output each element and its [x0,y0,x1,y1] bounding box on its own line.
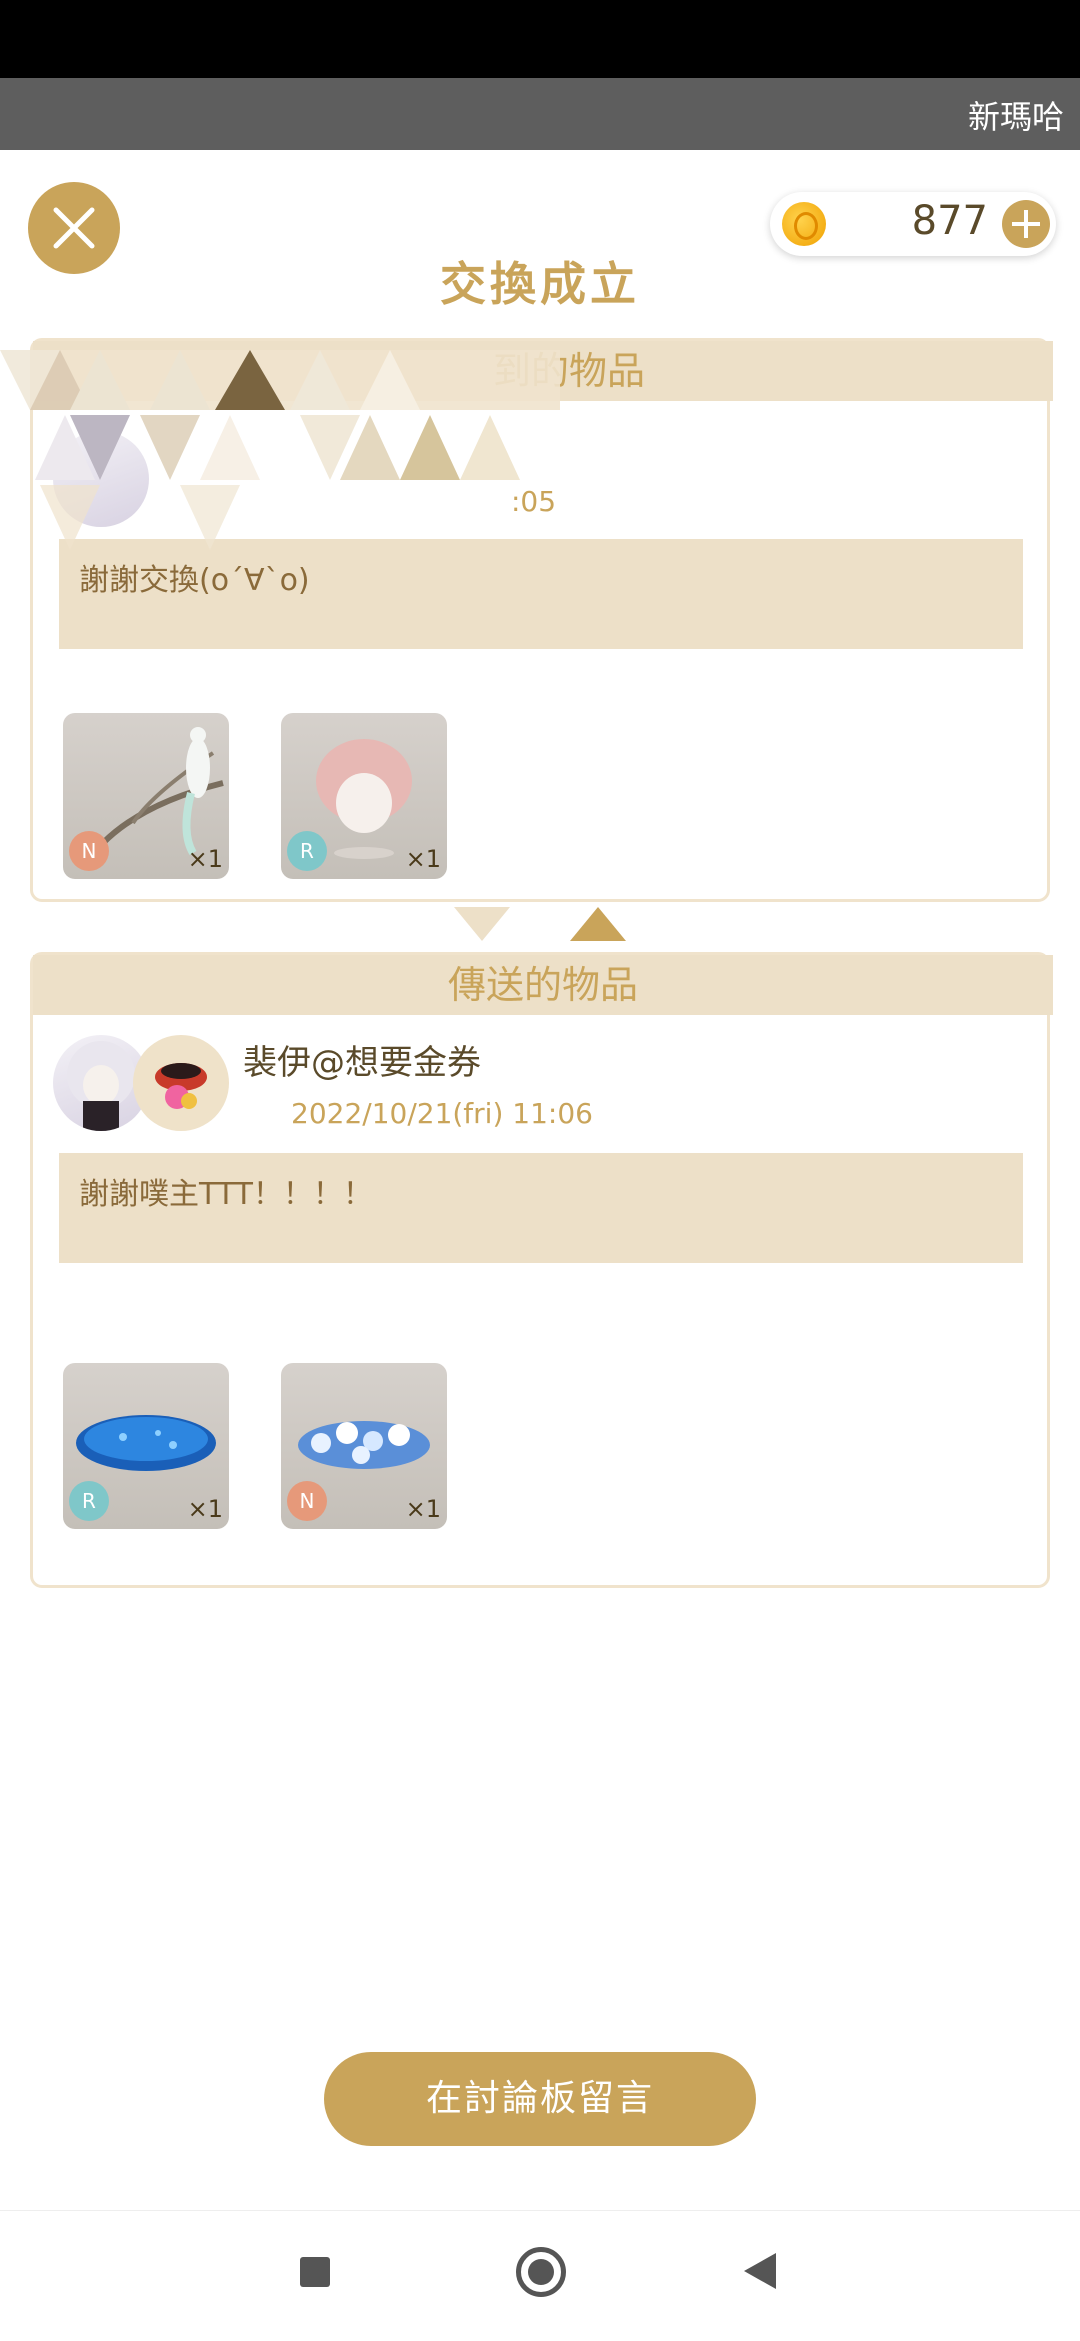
rarity-badge: R [69,1481,109,1521]
recent-apps-icon[interactable] [300,2257,330,2287]
sent-header: 傳送的物品 [33,955,1053,1015]
sent-item-1[interactable]: R ×1 [63,1363,229,1529]
item-quantity: ×1 [187,845,223,873]
ticker-bar: 新瑪哈 [0,78,1080,150]
pet-avatar-icon [155,1063,207,1109]
sent-timestamp: 2022/10/21(fri) 11:06 [291,1097,593,1130]
close-icon [53,207,95,249]
received-avatar[interactable] [53,431,233,527]
avatar [133,1035,229,1131]
received-item-1[interactable]: N ×1 [63,713,229,879]
sender-name[interactable]: 裴伊@想要金券 [243,1035,481,1084]
received-items-panel: 到的物品 :05 謝謝交換(o´∀`o) N ×1 R ×1 [30,338,1053,902]
sent-items-panel: 傳送的物品 裴伊@想要金券 2022/10/21(fri) 11:06 謝謝噗主… [30,952,1053,1588]
sent-message: 謝謝噗主TTT！！！！ [79,1177,373,1212]
system-nav-bar [0,2210,1080,2341]
coin-balance: 877 [770,192,1056,256]
sent-item-2[interactable]: N ×1 [281,1363,447,1529]
received-message: 謝謝交換(o´∀`o) [79,563,310,598]
add-coins-button[interactable] [1002,200,1050,248]
received-item-2[interactable]: R ×1 [281,713,447,879]
post-to-forum-button[interactable]: 在討論板留言 [324,2052,756,2146]
item-quantity: ×1 [187,1495,223,1523]
received-header-label: 到的物品 [493,349,646,393]
received-timestamp: :05 [511,485,557,518]
arrow-up-icon [570,907,626,941]
sent-message-box: 謝謝噗主TTT！！！！ [59,1153,1023,1263]
coin-count: 877 [911,198,988,244]
status-bar [0,0,1080,78]
received-message-box: 謝謝交換(o´∀`o) [59,539,1023,649]
back-icon[interactable] [744,2253,776,2289]
rarity-badge: N [69,831,109,871]
received-header: 到的物品 [33,341,1053,401]
rarity-badge: N [287,1481,327,1521]
arrow-down-icon [454,907,510,941]
item-quantity: ×1 [405,1495,441,1523]
rarity-badge: R [287,831,327,871]
avatar [53,431,149,527]
coin-icon [782,202,826,246]
home-icon[interactable] [516,2247,566,2297]
sent-user-avatars[interactable] [53,1035,233,1131]
item-quantity: ×1 [405,845,441,873]
page-title: 交換成立 [440,257,640,311]
ticker-text: 新瑪哈 [968,98,1065,136]
